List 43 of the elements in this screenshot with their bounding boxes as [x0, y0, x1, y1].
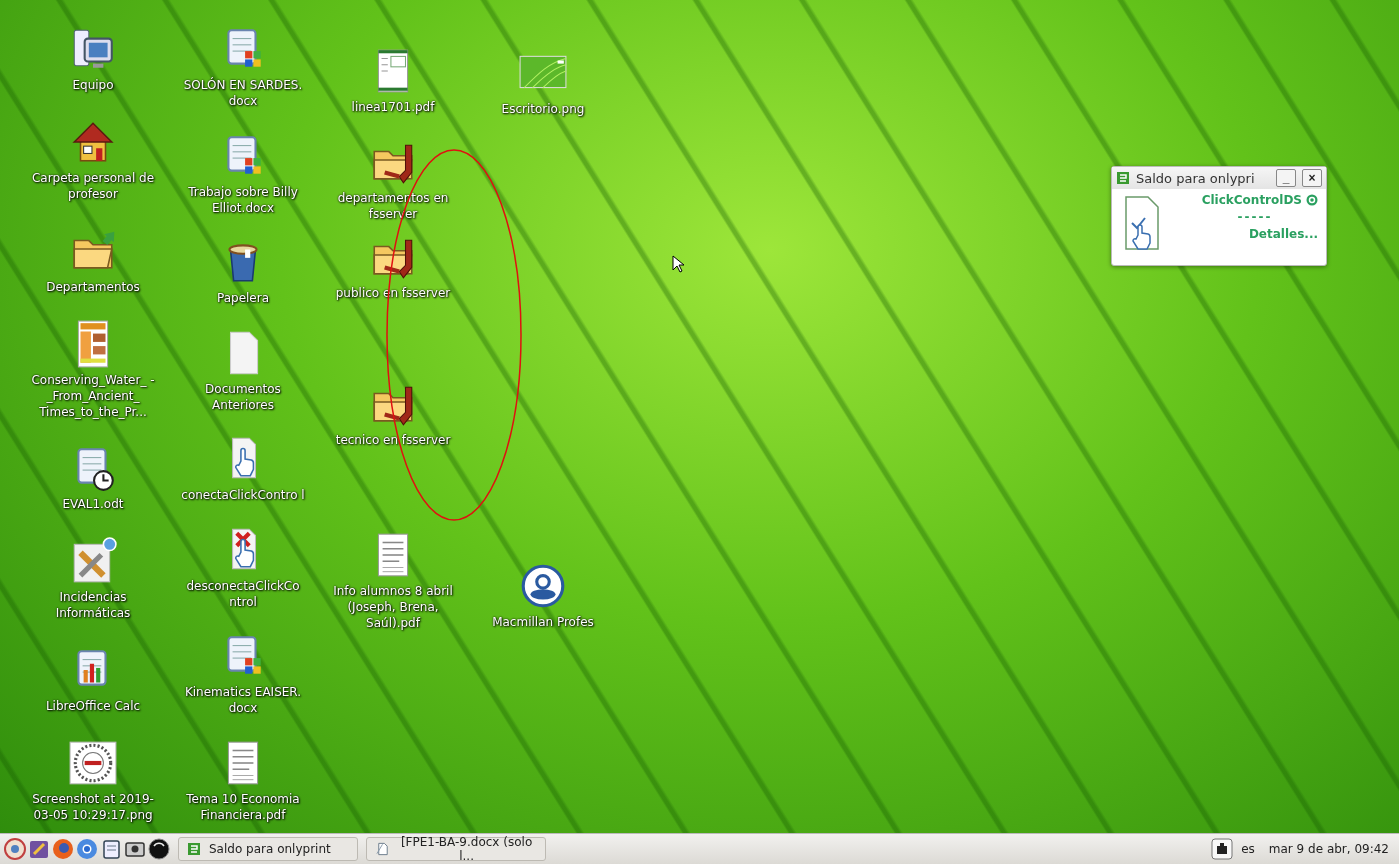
- desktop-icon[interactable]: Equipo: [21, 22, 165, 95]
- service-name: ClickControlDS: [1201, 193, 1302, 207]
- tray-icon[interactable]: [1211, 838, 1234, 860]
- taskbar-button[interactable]: Saldo para onlyprint: [178, 837, 358, 861]
- desktop-icon[interactable]: Kinematics EAISER. docx: [171, 629, 315, 719]
- desktop-icon[interactable]: desconectaClickCo ntrol: [171, 522, 315, 612]
- taskbar-button[interactable]: [FPE1-BA-9.docx (solo l...: [366, 837, 546, 861]
- details-link[interactable]: Detalles...: [1248, 227, 1318, 241]
- desktop-icon[interactable]: Tema 10 Economia Financiera.pdf: [171, 735, 315, 825]
- desktop-icon[interactable]: Incidencias Informáticas: [21, 534, 165, 624]
- clock[interactable]: mar 9 de abr, 09:42: [1268, 842, 1389, 856]
- app-icon: [187, 842, 201, 856]
- desktop-icon[interactable]: Screenshot at 2019- 03-05 10:29:17.png: [21, 735, 165, 825]
- desktop-icon[interactable]: linea1701.pdf: [321, 44, 465, 117]
- app-icon: [1116, 171, 1130, 185]
- help-icon[interactable]: [4, 838, 26, 860]
- keyboard-layout[interactable]: es: [1241, 842, 1255, 856]
- gear-icon: [1306, 194, 1318, 206]
- desktop-icon[interactable]: tecnico en fsserver: [321, 377, 465, 450]
- window-title: Saldo para onlypri: [1136, 170, 1256, 186]
- minimize-button[interactable]: _: [1276, 169, 1296, 187]
- desktop-icon[interactable]: LibreOffice Calc: [21, 643, 165, 717]
- balance-value: -----: [1237, 210, 1273, 224]
- desktop-icon[interactable]: Documentos Anteriores: [171, 325, 315, 415]
- desktop-icon[interactable]: Carpeta personal de profesor: [21, 114, 165, 204]
- browser-icon[interactable]: [76, 838, 98, 860]
- desktop-icon[interactable]: Departamentos: [21, 223, 165, 297]
- close-button[interactable]: ×: [1302, 169, 1322, 187]
- document-icon: [375, 842, 389, 856]
- desktop-icon[interactable]: SOLÓN EN SARDES. docx: [171, 22, 315, 111]
- desktop-icon[interactable]: Macmillan Profes: [471, 559, 615, 632]
- desktop-icon[interactable]: EVAL1.odt: [21, 441, 165, 515]
- desktop-icon[interactable]: Papelera: [171, 235, 315, 309]
- desktop-icon[interactable]: conectaClickContro l: [171, 432, 315, 506]
- browser-icon[interactable]: [52, 838, 74, 860]
- mouse-pointer-icon: [672, 255, 684, 273]
- desktop-icon[interactable]: Trabajo sobre Billy Elliot.docx: [171, 128, 315, 218]
- desktop-icon[interactable]: Conserving_Water_ -_From_Ancient_ Times_to_the_Pr...: [21, 316, 165, 422]
- webcam-icon[interactable]: [148, 838, 170, 860]
- text-editor-icon[interactable]: [28, 838, 50, 860]
- notebook-icon[interactable]: [100, 838, 122, 860]
- desktop-icon[interactable]: Escritorio.png: [471, 46, 615, 119]
- desktop-icon[interactable]: Info alumnos 8 abril (Joseph, Brena, Saúl).pdf: [321, 528, 465, 633]
